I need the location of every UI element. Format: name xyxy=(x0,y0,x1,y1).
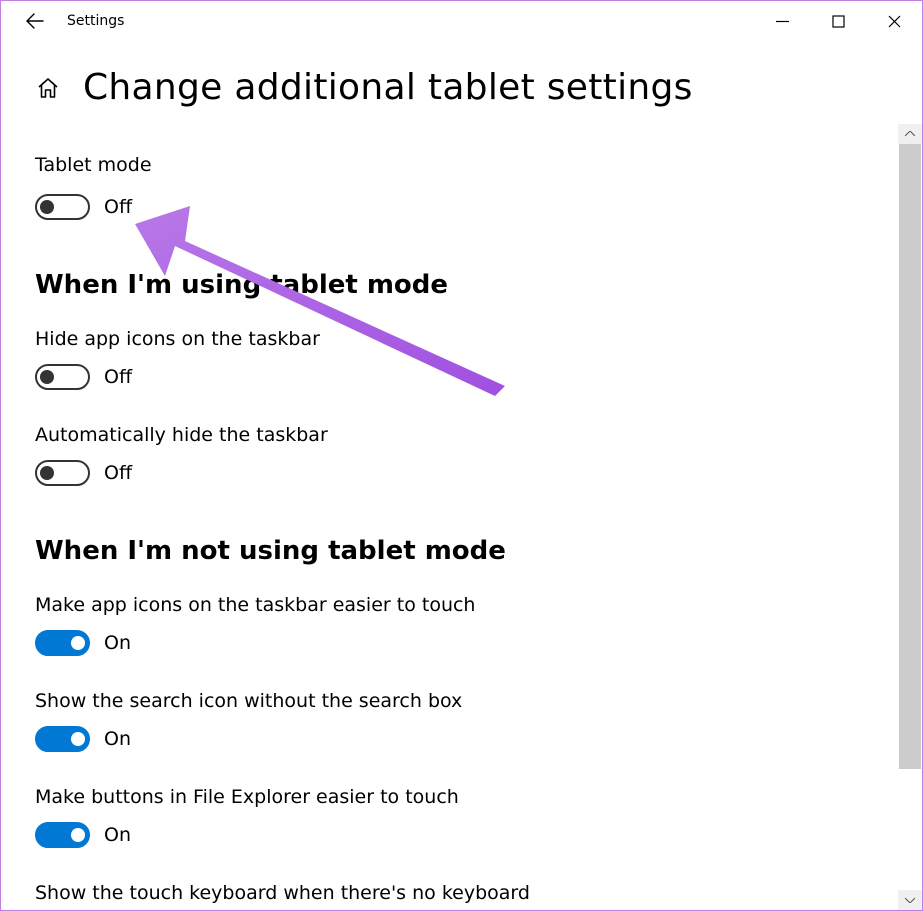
content-area: Change additional tablet settings Tablet… xyxy=(1,41,922,910)
maximize-button[interactable] xyxy=(810,1,866,41)
toggle-knob xyxy=(40,466,54,480)
home-icon xyxy=(36,76,60,100)
settings-window: Settings Change additional tablet settin… xyxy=(0,0,923,911)
explorer-buttons-state: On xyxy=(104,824,131,846)
page-title: Change additional tablet settings xyxy=(83,67,693,108)
auto-hide-taskbar-label: Automatically hide the taskbar xyxy=(35,424,888,446)
easier-icons-toggle[interactable] xyxy=(35,630,90,656)
hide-app-icons-label: Hide app icons on the taskbar xyxy=(35,328,888,350)
easier-icons-state: On xyxy=(104,632,131,654)
arrow-left-icon xyxy=(26,12,44,30)
toggle-knob xyxy=(71,828,85,842)
section-tablet-mode-title: Tablet mode xyxy=(35,154,888,176)
tablet-mode-toggle[interactable] xyxy=(35,194,90,220)
tablet-mode-toggle-row: Off xyxy=(35,194,888,220)
window-controls xyxy=(754,1,922,41)
auto-hide-taskbar-toggle-row: Off xyxy=(35,460,888,486)
setting-search-icon: Show the search icon without the search … xyxy=(35,690,888,752)
search-icon-toggle[interactable] xyxy=(35,726,90,752)
touch-keyboard-label: Show the touch keyboard when there's no … xyxy=(35,882,888,904)
explorer-buttons-toggle-row: On xyxy=(35,822,888,848)
tablet-mode-state: Off xyxy=(104,196,132,218)
easier-icons-toggle-row: On xyxy=(35,630,888,656)
search-icon-toggle-row: On xyxy=(35,726,888,752)
minimize-icon xyxy=(776,15,789,28)
minimize-button[interactable] xyxy=(754,1,810,41)
hide-app-icons-toggle-row: Off xyxy=(35,364,888,390)
explorer-buttons-toggle[interactable] xyxy=(35,822,90,848)
search-icon-label: Show the search icon without the search … xyxy=(35,690,888,712)
setting-hide-app-icons: Hide app icons on the taskbar Off xyxy=(35,328,888,390)
hide-app-icons-toggle[interactable] xyxy=(35,364,90,390)
close-icon xyxy=(888,15,901,28)
close-button[interactable] xyxy=(866,1,922,41)
maximize-icon xyxy=(832,15,845,28)
auto-hide-taskbar-state: Off xyxy=(104,462,132,484)
auto-hide-taskbar-toggle[interactable] xyxy=(35,460,90,486)
section-using-tablet-title: When I'm using tablet mode xyxy=(35,270,888,300)
easier-icons-label: Make app icons on the taskbar easier to … xyxy=(35,594,888,616)
setting-explorer-buttons: Make buttons in File Explorer easier to … xyxy=(35,786,888,848)
setting-easier-icons: Make app icons on the taskbar easier to … xyxy=(35,594,888,656)
toggle-knob xyxy=(40,200,54,214)
app-title: Settings xyxy=(59,13,124,29)
toggle-knob xyxy=(40,370,54,384)
toggle-knob xyxy=(71,636,85,650)
toggle-knob xyxy=(71,732,85,746)
hide-app-icons-state: Off xyxy=(104,366,132,388)
section-not-using-tablet-title: When I'm not using tablet mode xyxy=(35,536,888,566)
home-button[interactable] xyxy=(35,75,61,101)
back-button[interactable] xyxy=(11,1,59,41)
page-header: Change additional tablet settings xyxy=(35,67,888,108)
explorer-buttons-label: Make buttons in File Explorer easier to … xyxy=(35,786,888,808)
setting-auto-hide-taskbar: Automatically hide the taskbar Off xyxy=(35,424,888,486)
search-icon-state: On xyxy=(104,728,131,750)
